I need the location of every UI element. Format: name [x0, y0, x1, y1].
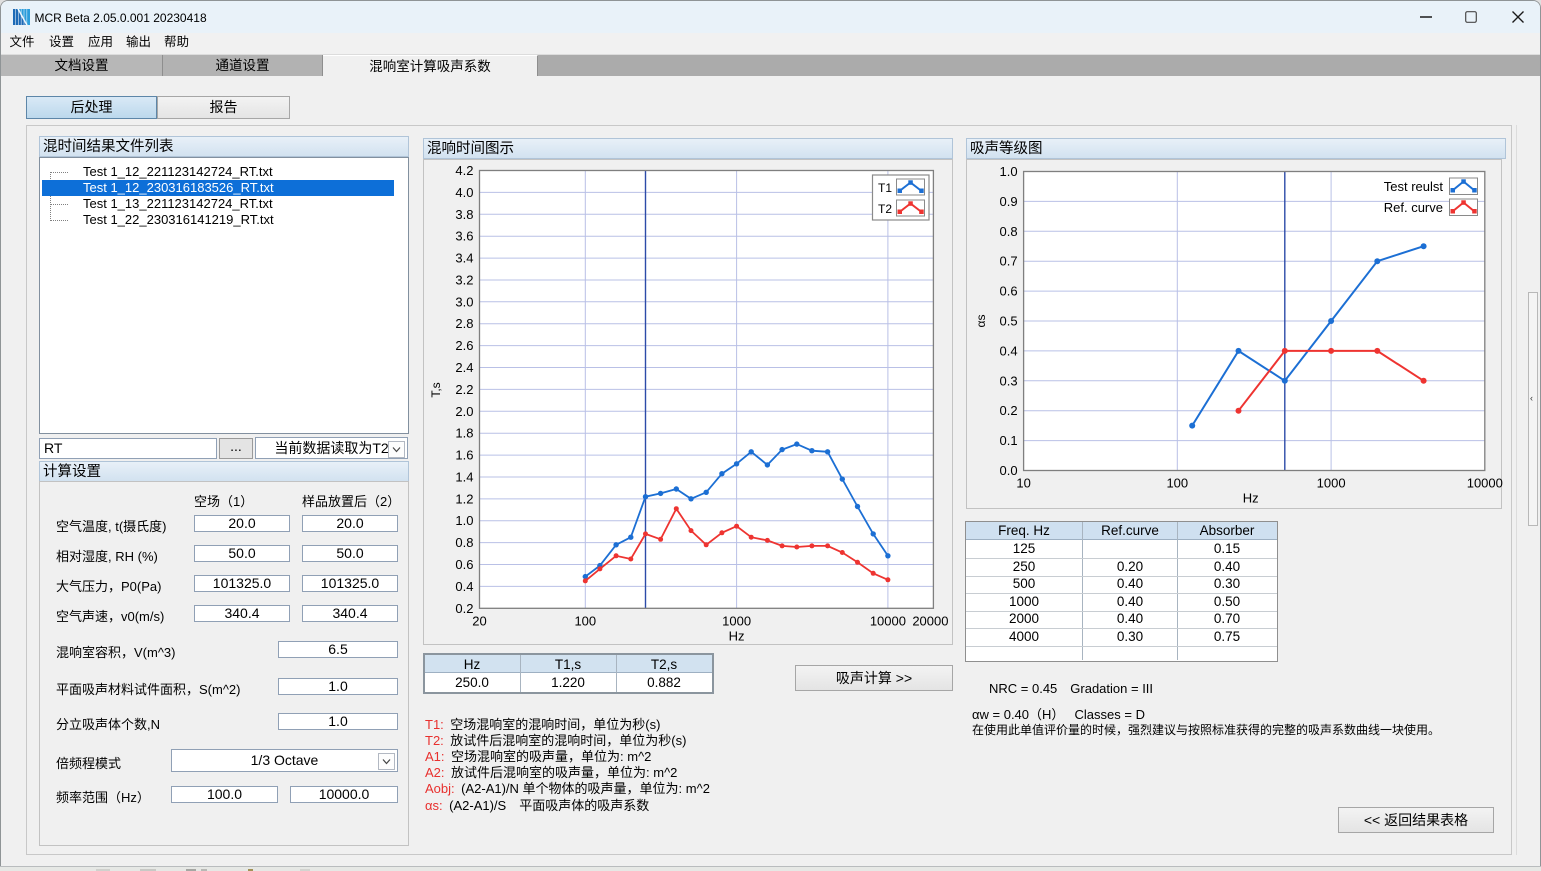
svg-text:4.0: 4.0: [455, 185, 473, 200]
svg-text:100: 100: [574, 613, 596, 628]
svg-text:1000: 1000: [1317, 476, 1346, 491]
svg-text:100: 100: [1166, 476, 1188, 491]
svg-text:0.2: 0.2: [1000, 403, 1018, 418]
svg-text:1.8: 1.8: [455, 426, 473, 441]
svg-text:0.9: 0.9: [1000, 194, 1018, 209]
svg-text:10000: 10000: [870, 613, 906, 628]
svg-text:0.0: 0.0: [1000, 463, 1018, 478]
svg-text:0.5: 0.5: [1000, 314, 1018, 329]
svg-text:20: 20: [472, 613, 486, 628]
svg-text:2.2: 2.2: [455, 382, 473, 397]
svg-text:0.8: 0.8: [1000, 224, 1018, 239]
svg-text:Test reulst: Test reulst: [1384, 179, 1444, 194]
svg-text:20000: 20000: [912, 613, 948, 628]
svg-text:Hz: Hz: [1243, 491, 1259, 506]
svg-text:1.0: 1.0: [455, 513, 473, 528]
svg-text:0.7: 0.7: [1000, 254, 1018, 269]
svg-text:T1: T1: [878, 181, 892, 195]
svg-text:10000: 10000: [1467, 476, 1503, 491]
svg-text:2.6: 2.6: [455, 338, 473, 353]
svg-text:0.8: 0.8: [455, 535, 473, 550]
svg-text:0.2: 0.2: [455, 601, 473, 616]
svg-text:1.2: 1.2: [455, 491, 473, 506]
svg-text:Ref. curve: Ref. curve: [1384, 200, 1443, 215]
svg-text:2.0: 2.0: [455, 404, 473, 419]
svg-text:0.4: 0.4: [455, 579, 473, 594]
svg-text:Hz: Hz: [729, 628, 745, 643]
svg-text:0.3: 0.3: [1000, 373, 1018, 388]
svg-text:T,s: T,s: [429, 382, 443, 397]
svg-text:1.0: 1.0: [1000, 164, 1018, 179]
svg-text:2.4: 2.4: [455, 360, 473, 375]
svg-text:3.0: 3.0: [455, 294, 473, 309]
svg-text:3.4: 3.4: [455, 251, 473, 266]
svg-text:T2: T2: [878, 202, 892, 216]
svg-text:4.2: 4.2: [455, 163, 473, 178]
svg-text:0.6: 0.6: [455, 557, 473, 572]
svg-text:3.6: 3.6: [455, 229, 473, 244]
svg-text:αs: αs: [974, 315, 988, 328]
svg-text:0.1: 0.1: [1000, 433, 1018, 448]
svg-text:1.6: 1.6: [455, 448, 473, 463]
svg-text:0.6: 0.6: [1000, 284, 1018, 299]
svg-text:0.4: 0.4: [1000, 343, 1018, 358]
svg-text:3.8: 3.8: [455, 207, 473, 222]
svg-text:3.2: 3.2: [455, 273, 473, 288]
svg-text:1000: 1000: [722, 613, 751, 628]
svg-text:2.8: 2.8: [455, 316, 473, 331]
svg-text:1.4: 1.4: [455, 470, 473, 485]
svg-text:10: 10: [1016, 476, 1030, 491]
